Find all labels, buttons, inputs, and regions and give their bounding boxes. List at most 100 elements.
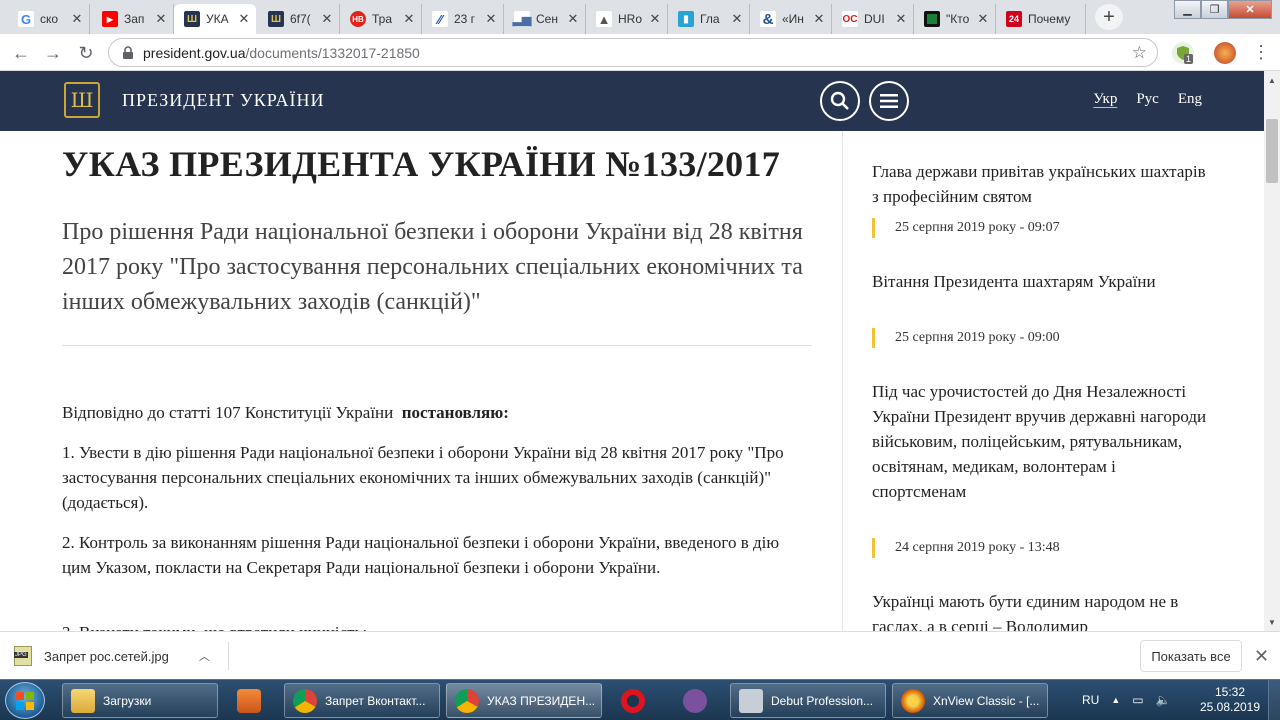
close-icon[interactable]: ✕ [321,11,333,27]
tab-label: DUI [864,12,885,26]
url-path: /documents/1332017-21850 [245,44,420,61]
chevron-up-icon[interactable]: ▲ [1111,695,1120,705]
site-title[interactable]: ПРЕЗИДЕНТ УКРАЇНИ [122,90,324,111]
browser-tab[interactable]: Ш 6f7( ✕ [258,4,340,34]
tab-label: УКА [206,12,229,26]
taskbar-item[interactable]: XnView Classic - [... [892,683,1048,718]
taskbar-item[interactable]: УКАЗ ПРЕЗИДЕН... [446,683,602,718]
windows-taskbar: Загрузки Запрет Вконтакт... УКАЗ ПРЕЗИДЕ… [0,679,1280,720]
show-desktop-button[interactable] [1268,680,1280,720]
news-date: 25 серпня 2019 року - 09:00 [872,328,1060,348]
scroll-up-icon[interactable]: ▲ [1264,73,1280,87]
address-bar[interactable]: president.gov.ua/documents/1332017-21850… [108,38,1158,67]
square-icon [924,11,940,27]
close-icon[interactable]: ✕ [238,11,250,27]
maximize-button[interactable]: ❐ [1201,0,1228,19]
taskbar-item[interactable]: Запрет Вконтакт... [284,683,440,718]
page-scrollbar[interactable]: ▲ ▼ [1264,71,1280,631]
shield-extension-icon[interactable]: 1 [1172,42,1194,64]
network-icon[interactable]: ▭ [1132,693,1143,707]
forward-icon[interactable]: → [40,40,66,66]
tab-label: Зап [124,12,145,26]
search-button[interactable] [820,81,860,121]
lang-ukr[interactable]: Укр [1093,91,1117,108]
scrollbar-thumb[interactable] [1266,119,1278,183]
news-date: 25 серпня 2019 року - 09:07 [872,218,1060,238]
youtube-icon: ▶ [102,11,118,27]
close-icon[interactable]: ✕ [649,11,661,27]
news-title-link[interactable]: Українці мають бути єдиним народом не в … [872,589,1207,631]
browser-tab[interactable]: ▮ Гла ✕ [668,4,750,34]
taskbar-item[interactable] [668,683,722,718]
browser-tab[interactable]: НВ Тра ✕ [340,4,422,34]
start-button[interactable] [5,682,45,719]
tab-label: Гла [700,12,720,26]
taskbar-item[interactable]: Debut Profession... [730,683,886,718]
intro-bold: постановляю: [401,403,509,422]
taskbar-item[interactable] [222,683,276,718]
close-icon[interactable]: ✕ [567,11,579,27]
close-icon[interactable]: ✕ [1254,646,1269,667]
close-icon[interactable]: ✕ [977,11,989,27]
browser-tab[interactable]: "Кто ✕ [914,4,996,34]
document-content: УКАЗ ПРЕЗИДЕНТА УКРАЇНИ №133/2017 Про рі… [62,131,822,631]
browser-tab[interactable]: ⁄⁄ 23 г ✕ [422,4,504,34]
menu-button[interactable] [869,81,909,121]
scroll-down-icon[interactable]: ▼ [1264,615,1280,629]
tab-label: HRo [618,12,643,26]
lang-rus[interactable]: Рус [1136,91,1159,108]
news-title-link[interactable]: Вітання Президента шахтарям України [872,269,1207,294]
tab-label: Сен [536,12,558,26]
close-icon[interactable]: ✕ [71,11,83,27]
document-intro: Відповідно до статті 107 Конституції Укр… [62,403,509,423]
system-tray: RU ▲ ▭ 🔈 [1082,680,1171,720]
download-file-name: Запрет рос.сетей.jpg [44,648,169,664]
opera-icon [621,688,645,713]
bookmark-star-icon[interactable]: ☆ [1132,43,1147,63]
news-title-link[interactable]: Глава держави привітав українських шахта… [872,159,1207,209]
taskbar-label: Запрет Вконтакт... [325,693,426,708]
new-tab-button[interactable]: + [1095,4,1123,30]
taskbar-item[interactable] [606,683,660,718]
download-shelf: Запрет рос.сетей.jpg ︿ Показать все ✕ [0,631,1280,679]
oc-icon: OC [842,11,858,27]
menu-dots-icon[interactable]: ⋮ [1252,42,1270,63]
close-icon[interactable]: ✕ [155,11,167,27]
browser-tab[interactable]: ▲ HRo ✕ [586,4,668,34]
nv-icon: НВ [350,11,366,27]
reload-icon[interactable]: ↻ [73,40,99,66]
minimize-button[interactable]: ▁ [1174,0,1201,19]
debut-icon [739,688,763,713]
chevron-up-icon[interactable]: ︿ [199,648,210,664]
download-item[interactable]: Запрет рос.сетей.jpg ︿ [14,642,229,670]
input-language[interactable]: RU [1082,693,1099,707]
news-title-link[interactable]: Під час урочистостей до Дня Незалежності… [872,379,1207,504]
avatar[interactable] [1214,42,1236,64]
browser-tab-active[interactable]: Ш УКА ✕ [174,4,256,34]
close-icon[interactable]: ✕ [895,11,907,27]
search-icon [830,91,849,110]
tab-label: 6f7( [290,12,311,26]
back-icon[interactable]: ← [8,40,34,66]
browser-tab[interactable]: G ско ✕ [8,4,90,34]
clock[interactable]: 15:32 25.08.2019 [1196,685,1264,715]
close-icon[interactable]: ✕ [485,11,497,27]
browser-tab[interactable]: OC DUI ✕ [832,4,914,34]
close-icon[interactable]: ✕ [813,11,825,27]
chrome-icon [293,688,317,713]
close-window-button[interactable]: ✕ [1228,0,1272,19]
browser-tab[interactable]: ▂▅ Сен ✕ [504,4,586,34]
browser-tab-strip: G ско ✕ ▶ Зап ✕ Ш УКА ✕ Ш 6f7( ✕ НВ Тра … [0,0,1280,34]
intro-text: Відповідно до статті 107 Конституції Укр… [62,403,394,422]
browser-tab[interactable]: 24 Почему [996,4,1086,34]
show-all-button[interactable]: Показать все [1140,640,1242,672]
browser-toolbar: ← → ↻ president.gov.ua/documents/1332017… [0,34,1280,71]
volume-icon[interactable]: 🔈 [1156,693,1171,707]
trident-logo-icon[interactable]: Ш [64,82,100,118]
close-icon[interactable]: ✕ [731,11,743,27]
taskbar-item[interactable]: Загрузки [62,683,218,718]
browser-tab[interactable]: ▶ Зап ✕ [92,4,174,34]
close-icon[interactable]: ✕ [403,11,415,27]
lang-eng[interactable]: Eng [1178,91,1202,108]
browser-tab[interactable]: & «Ин ✕ [750,4,832,34]
